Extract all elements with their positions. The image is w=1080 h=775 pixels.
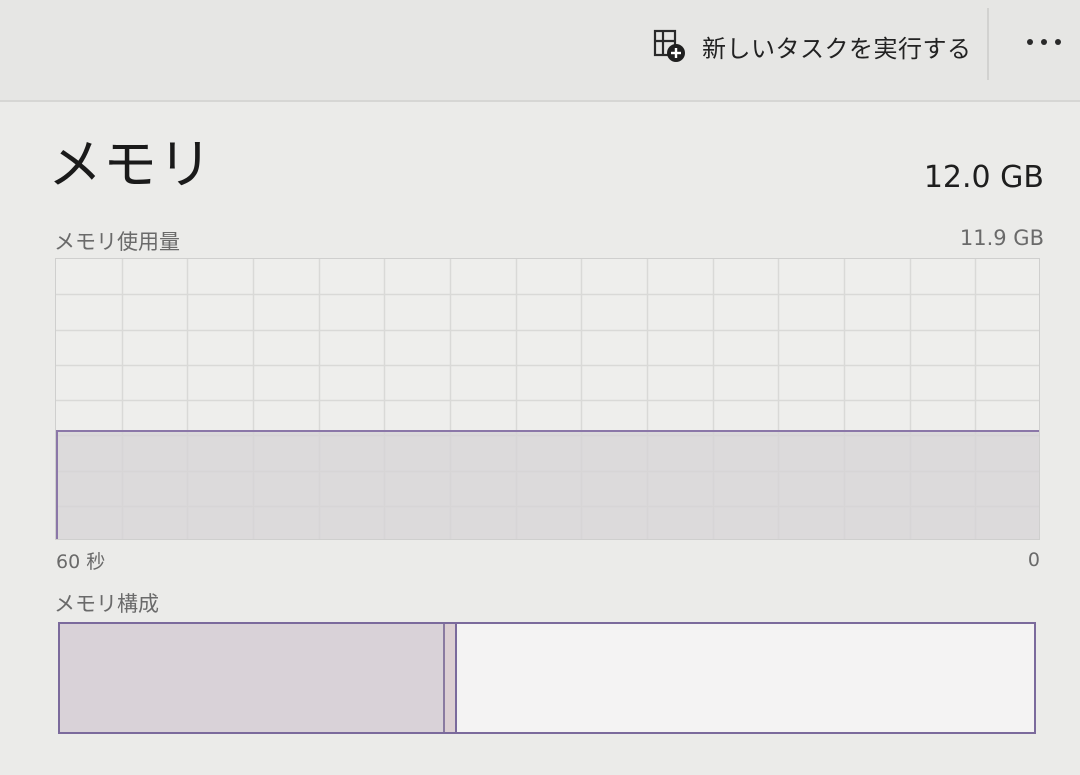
composition-in-use-segment[interactable]	[60, 624, 445, 732]
graph-axis-end-label: 0	[1027, 549, 1040, 571]
memory-total: 12.0 GB	[923, 160, 1044, 195]
memory-usage-label: メモリ使用量	[54, 230, 180, 254]
run-new-task-icon	[653, 29, 685, 62]
toolbar: 新しいタスクを実行する	[0, 0, 1080, 102]
memory-composition-bar[interactable]	[58, 622, 1036, 734]
page-title: メモリ	[48, 133, 213, 196]
toolbar-divider	[987, 8, 989, 80]
memory-usage-max: 11.9 GB	[959, 226, 1044, 250]
composition-modified-segment[interactable]	[444, 624, 458, 732]
memory-composition-label: メモリ構成	[54, 592, 159, 616]
graph-axis-start-label: 60 秒	[56, 551, 106, 573]
memory-usage-area	[56, 431, 1039, 539]
run-new-task-label: 新しいタスクを実行する	[702, 34, 972, 63]
more-options-icon	[1027, 39, 1061, 45]
run-new-task-button[interactable]: 新しいタスクを実行する	[652, 26, 972, 66]
memory-usage-graph	[55, 258, 1040, 540]
memory-usage-graph-svg	[56, 259, 1039, 539]
more-options-button[interactable]	[1020, 18, 1068, 66]
